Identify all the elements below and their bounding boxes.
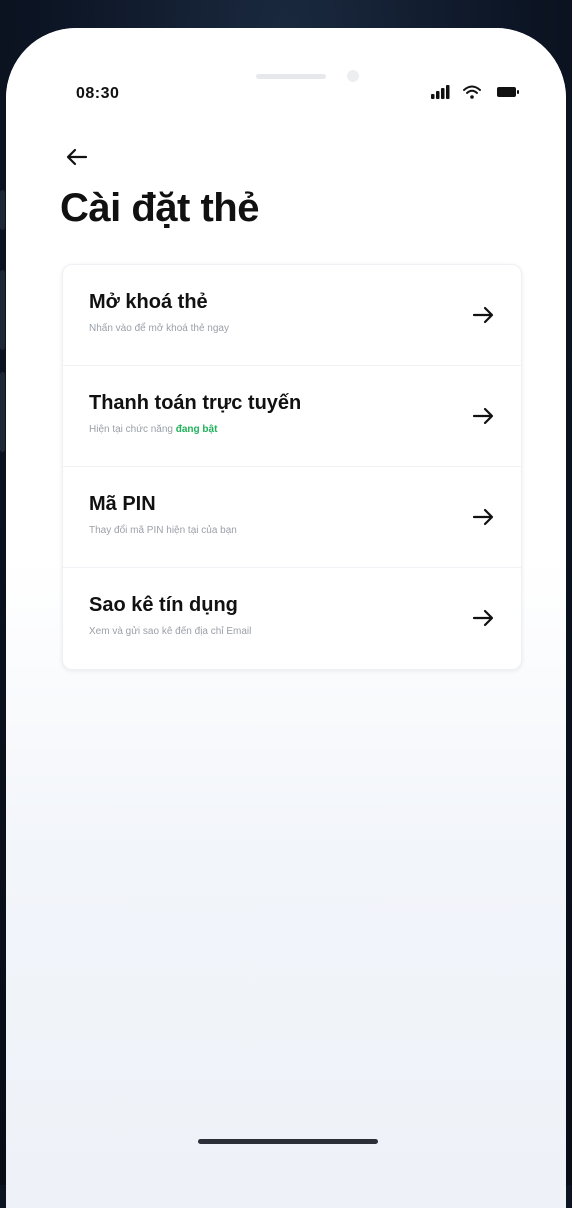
volume-down-button (0, 372, 5, 452)
setting-row-online-payment[interactable]: Thanh toán trực tuyến Hiện tại chức năng… (63, 366, 521, 467)
settings-card: Mở khoá thẻ Nhấn vào để mở khoá thẻ ngay… (62, 264, 522, 670)
back-button[interactable] (62, 142, 92, 172)
row-title: Mã PIN (89, 493, 156, 515)
status-time: 08:30 (76, 85, 120, 102)
status-icons (431, 84, 526, 100)
arrow-right-icon (472, 508, 494, 526)
battery-icon (497, 87, 519, 97)
speaker-grill (256, 74, 326, 79)
screen: 08:30 Cài đặt thẻ Mở khoá thẻ Nhấn vào đ… (6, 28, 566, 1208)
setting-row-credit-statement[interactable]: Sao kê tín dụng Xem và gửi sao kê đến đị… (63, 568, 521, 669)
volume-up-button (0, 270, 5, 350)
home-indicator[interactable] (198, 1139, 378, 1144)
row-subtitle: Nhấn vào để mở khoá thẻ ngay (89, 323, 229, 334)
row-subtitle: Thay đổi mã PIN hiện tại của bạn (89, 525, 237, 536)
silent-switch (0, 190, 5, 230)
row-title: Thanh toán trực tuyến (89, 392, 302, 414)
front-camera (347, 70, 359, 82)
arrow-right-icon (472, 609, 494, 627)
arrow-right-icon (472, 306, 494, 324)
row-title: Mở khoá thẻ (89, 291, 208, 313)
row-subtitle: Hiện tại chức năng đang bật (89, 424, 218, 435)
wifi-icon (463, 85, 481, 99)
page-title: Cài đặt thẻ (60, 186, 259, 230)
row-title: Sao kê tín dụng (89, 594, 238, 616)
status-highlight: đang bật (175, 424, 218, 435)
arrow-left-icon (66, 148, 88, 166)
signal-icon (431, 85, 450, 99)
arrow-right-icon (472, 407, 494, 425)
setting-row-unlock-card[interactable]: Mở khoá thẻ Nhấn vào để mở khoá thẻ ngay (63, 265, 521, 366)
row-subtitle: Xem và gửi sao kê đến địa chỉ Email (89, 626, 252, 637)
phone-frame: 08:30 Cài đặt thẻ Mở khoá thẻ Nhấn vào đ… (6, 28, 566, 1208)
setting-row-pin[interactable]: Mã PIN Thay đổi mã PIN hiện tại của bạn (63, 467, 521, 568)
